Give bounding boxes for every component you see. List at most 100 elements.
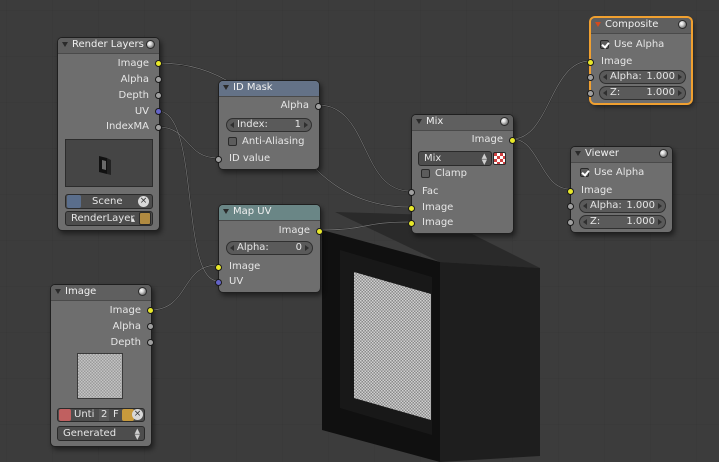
decrement-arrow-icon[interactable] xyxy=(603,90,607,96)
render-layer-selector[interactable]: RenderLayer ▴ xyxy=(65,211,153,226)
scene-icon[interactable] xyxy=(67,195,81,208)
input-image-socket[interactable] xyxy=(567,188,574,195)
x-circle-icon[interactable]: × xyxy=(132,409,143,420)
input-z-socket[interactable] xyxy=(567,219,574,226)
material-sphere-icon[interactable] xyxy=(678,20,687,29)
alpha-label: Alpha: xyxy=(237,242,269,253)
z-field[interactable]: Z: 1.000 xyxy=(599,86,686,100)
updown-arrows-icon: ▴ xyxy=(130,215,135,224)
input-fac-socket[interactable] xyxy=(408,189,415,196)
material-sphere-icon[interactable] xyxy=(659,149,668,158)
image-name[interactable]: Unti xyxy=(74,409,94,421)
node-header[interactable]: Viewer xyxy=(571,147,672,163)
checkbox-box[interactable] xyxy=(228,137,237,146)
render-result-icon[interactable] xyxy=(139,212,151,225)
decrement-arrow-icon[interactable] xyxy=(583,203,587,209)
x-circle-icon[interactable]: × xyxy=(138,196,149,207)
image-icon[interactable] xyxy=(59,409,71,421)
material-sphere-icon[interactable] xyxy=(146,40,155,49)
input-image-socket[interactable] xyxy=(215,264,222,271)
use-alpha-checkbox[interactable]: Use Alpha xyxy=(580,166,660,180)
input-id-value-socket[interactable] xyxy=(215,156,222,163)
triangle-down-icon[interactable] xyxy=(62,42,68,47)
node-header[interactable]: Mix xyxy=(412,115,513,131)
output-alpha-socket[interactable] xyxy=(315,103,322,110)
node-header[interactable]: Composite xyxy=(591,18,691,34)
scene-selector[interactable]: Scene × xyxy=(65,194,153,209)
mix-node[interactable]: Mix Image Mix ▲ ▼ Clamp Fac Image Image xyxy=(408,114,516,234)
input-z-socket[interactable] xyxy=(587,90,594,97)
render-layers-node[interactable]: Render Layers Image Alpha Depth UV Index… xyxy=(57,37,162,231)
node-header[interactable]: Image xyxy=(51,285,151,301)
output-depth-socket[interactable] xyxy=(147,339,154,346)
decrement-arrow-icon[interactable] xyxy=(230,245,234,251)
output-depth-socket[interactable] xyxy=(155,92,162,99)
decrement-arrow-icon[interactable] xyxy=(230,122,234,128)
triangle-down-icon[interactable] xyxy=(223,85,229,90)
image-node[interactable]: Image Image Alpha Depth Unti 2 F × Gener… xyxy=(50,284,154,447)
output-image-label: Image xyxy=(117,58,149,69)
input-alpha-socket[interactable] xyxy=(567,203,574,210)
node-header[interactable]: Map UV xyxy=(219,205,320,221)
scene-name: Scene xyxy=(92,196,123,207)
input-alpha-socket[interactable] xyxy=(587,74,594,81)
use-alpha-checkbox[interactable]: Use Alpha xyxy=(600,38,680,52)
node-title: Image xyxy=(65,286,97,297)
output-image-socket[interactable] xyxy=(509,137,516,144)
fake-user-toggle[interactable]: F xyxy=(111,409,121,421)
checkbox-box[interactable] xyxy=(421,169,430,178)
output-indexma-socket[interactable] xyxy=(155,124,162,131)
triangle-down-icon[interactable] xyxy=(55,289,61,294)
checkbox-box[interactable] xyxy=(580,168,589,177)
image-datablock[interactable]: Unti 2 F × xyxy=(57,408,145,422)
increment-arrow-icon[interactable] xyxy=(678,74,682,80)
use-alpha-label: Use Alpha xyxy=(594,167,645,178)
map-uv-node[interactable]: Map UV Image Alpha: 0 Image UV xyxy=(215,204,323,293)
render-layer-name: RenderLayer xyxy=(71,213,135,224)
clamp-checkbox[interactable]: Clamp xyxy=(421,167,501,181)
increment-arrow-icon[interactable] xyxy=(305,245,309,251)
output-image-socket[interactable] xyxy=(316,228,323,235)
decrement-arrow-icon[interactable] xyxy=(583,219,587,225)
triangle-down-icon[interactable] xyxy=(595,22,601,27)
output-image-socket[interactable] xyxy=(155,60,162,67)
decrement-arrow-icon[interactable] xyxy=(603,74,607,80)
increment-arrow-icon[interactable] xyxy=(658,203,662,209)
increment-arrow-icon[interactable] xyxy=(678,90,682,96)
node-header[interactable]: Render Layers xyxy=(58,38,159,54)
node-header[interactable]: ID Mask xyxy=(219,81,319,97)
output-alpha-socket[interactable] xyxy=(147,323,154,330)
image-users-count: 2 xyxy=(99,409,110,421)
input-image2-socket[interactable] xyxy=(408,220,415,227)
output-uv-socket[interactable] xyxy=(155,108,162,115)
index-label: Index: xyxy=(237,119,268,130)
material-sphere-icon[interactable] xyxy=(500,117,509,126)
output-image-socket[interactable] xyxy=(147,307,154,314)
checkbox-box[interactable] xyxy=(600,40,609,49)
id-mask-node[interactable]: ID Mask Alpha Index: 1 Anti-Aliasing ID … xyxy=(215,80,322,170)
image-source-dropdown[interactable]: Generated ▲ ▼ xyxy=(57,426,145,441)
viewer-node[interactable]: Viewer Use Alpha Image Alpha: 1.000 Z: 1… xyxy=(567,146,673,233)
increment-arrow-icon[interactable] xyxy=(658,219,662,225)
alpha-field[interactable]: Alpha: 1.000 xyxy=(599,70,686,84)
triangle-down-icon[interactable] xyxy=(575,151,581,156)
node-title: Render Layers xyxy=(72,39,144,50)
anti-aliasing-checkbox[interactable]: Anti-Aliasing xyxy=(228,135,313,149)
increment-arrow-icon[interactable] xyxy=(304,122,308,128)
node-editor[interactable]: Render Layers Image Alpha Depth UV Index… xyxy=(0,0,719,462)
alpha-label: Alpha: xyxy=(610,71,642,82)
composite-node[interactable]: Composite Use Alpha Image Alpha: 1.000 Z… xyxy=(587,17,692,104)
input-uv-socket[interactable] xyxy=(215,279,222,286)
input-image1-socket[interactable] xyxy=(408,205,415,212)
input-image-socket[interactable] xyxy=(587,59,594,66)
checker-icon[interactable] xyxy=(493,152,506,165)
z-field[interactable]: Z: 1.000 xyxy=(579,215,666,229)
triangle-down-icon[interactable] xyxy=(223,209,229,214)
alpha-field[interactable]: Alpha: 0 xyxy=(226,241,313,255)
output-alpha-socket[interactable] xyxy=(155,76,162,83)
alpha-field[interactable]: Alpha: 1.000 xyxy=(579,199,666,213)
index-field[interactable]: Index: 1 xyxy=(226,118,312,132)
material-sphere-icon[interactable] xyxy=(138,287,147,296)
triangle-down-icon[interactable] xyxy=(416,119,422,124)
blend-mode-dropdown[interactable]: Mix ▲ ▼ xyxy=(418,151,492,166)
